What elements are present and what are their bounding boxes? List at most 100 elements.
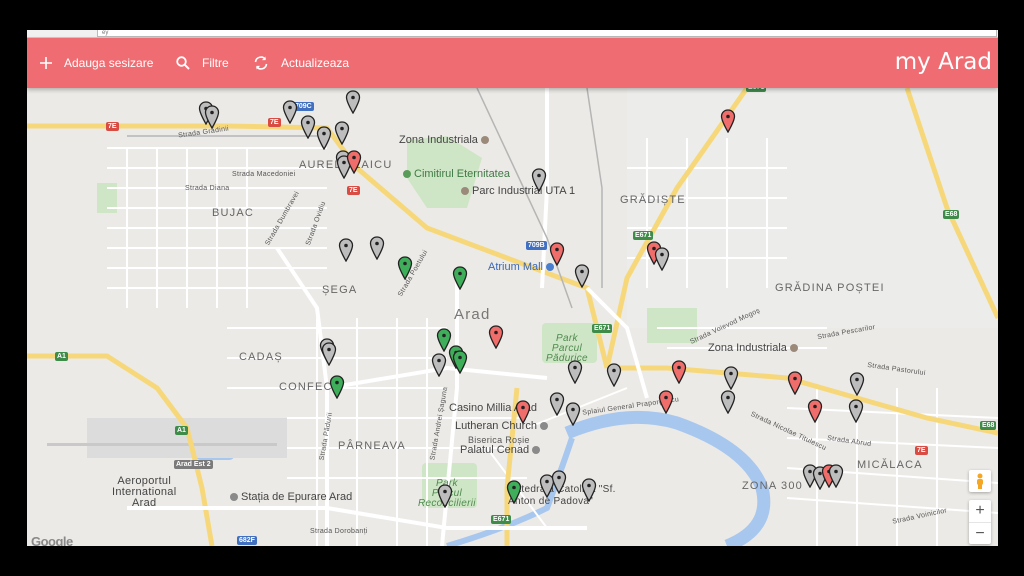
landmark-icon: [532, 446, 541, 454]
gray-report-marker[interactable]: [551, 470, 567, 494]
add-report-label: Adauga sesizare: [64, 56, 154, 70]
gray-report-marker[interactable]: [606, 363, 622, 387]
red-report-marker[interactable]: [549, 242, 565, 266]
poi-label: Palatul Cenad: [460, 444, 530, 456]
gray-report-marker[interactable]: [431, 353, 447, 377]
zoom-out-button[interactable]: −: [969, 522, 991, 544]
gray-report-marker[interactable]: [334, 121, 350, 145]
red-report-marker[interactable]: [658, 390, 674, 414]
add-report-button[interactable]: Adauga sesizare: [40, 38, 153, 88]
red-report-marker[interactable]: [787, 371, 803, 395]
road-shield: 7E: [347, 186, 360, 195]
red-report-marker[interactable]: [515, 400, 531, 424]
cemetery-icon: [403, 170, 411, 178]
app-toolbar: Adauga sesizare Filtre Actualizeaza my A…: [27, 38, 998, 88]
industry-icon: [461, 187, 469, 195]
gray-report-marker[interactable]: [574, 264, 590, 288]
road-shield: A1: [55, 352, 68, 361]
gray-report-marker[interactable]: [654, 247, 670, 271]
poi-label: Cimitirul Eternitatea: [414, 168, 510, 180]
gray-report-marker[interactable]: [321, 342, 337, 366]
red-report-marker[interactable]: [671, 360, 687, 384]
poi-label: Zona Industriala: [399, 134, 478, 146]
gray-report-marker[interactable]: [531, 168, 547, 192]
area-label-gradina-postei: GRĂDINA POȘTEI: [775, 282, 885, 294]
catedrala-line2: Anton de Padova": [508, 496, 594, 507]
red-report-marker[interactable]: [488, 325, 504, 349]
gray-report-marker[interactable]: [282, 100, 298, 124]
green-report-marker[interactable]: [329, 375, 345, 399]
gray-report-marker[interactable]: [723, 366, 739, 390]
street-label: Strada Macedoniei: [232, 171, 296, 178]
gray-report-marker[interactable]: [848, 399, 864, 423]
green-report-marker[interactable]: [506, 480, 522, 504]
road-shield: A1: [175, 426, 188, 435]
gray-report-marker[interactable]: [316, 126, 332, 150]
red-report-marker[interactable]: [346, 150, 362, 174]
area-label-parneava: PÂRNEAVA: [338, 440, 406, 452]
road-shield: E68: [980, 421, 997, 430]
church-icon: [539, 422, 548, 430]
poi-atrium-mall[interactable]: Atrium Mall: [488, 261, 557, 273]
poi-zona-industriala-north[interactable]: Zona Industriala: [399, 134, 492, 146]
road-shield: E68: [943, 210, 960, 219]
industry-icon: [789, 344, 798, 352]
facility-icon: [230, 493, 238, 501]
road-shield: 682F: [237, 536, 257, 545]
green-report-marker[interactable]: [397, 256, 413, 280]
gray-report-marker[interactable]: [567, 360, 583, 384]
street-view-pegman[interactable]: [969, 470, 991, 492]
area-label-arad: Arad: [454, 306, 491, 323]
poi-parc-industrial[interactable]: Parc Industrial UTA 1: [458, 185, 575, 197]
brand-title: my Arad: [894, 49, 992, 75]
poi-cimitir[interactable]: Cimitirul Eternitatea: [400, 168, 510, 180]
gray-report-marker[interactable]: [437, 484, 453, 508]
area-label-gradiste: GRĂDIȘTE: [620, 194, 686, 206]
aeroport-line3: Arad: [132, 497, 157, 509]
gray-report-marker[interactable]: [345, 90, 361, 114]
poi-palatul-cenad[interactable]: Palatul Cenad: [460, 444, 543, 456]
gray-report-marker[interactable]: [828, 464, 844, 488]
industry-icon: [480, 136, 489, 144]
gray-report-marker[interactable]: [565, 402, 581, 426]
road-shield: Arad Est 2: [174, 460, 213, 469]
road-shield: 709B: [526, 241, 547, 250]
poi-lutheran-church[interactable]: Lutheran Church: [455, 420, 551, 432]
poi-label: Parc Industrial UTA 1: [472, 185, 576, 197]
area-label-micalaca: MICĂLACA: [857, 459, 923, 471]
area-label-zona-300: ZONA 300: [742, 480, 803, 492]
gray-report-marker[interactable]: [581, 478, 597, 502]
browser-viewport: ey Adauga sesizare Filtre Actualizeaza m…: [27, 30, 998, 546]
address-field[interactable]: ey: [97, 30, 997, 37]
gray-report-marker[interactable]: [300, 115, 316, 139]
plus-icon: [40, 57, 52, 69]
poi-label: Atrium Mall: [488, 261, 544, 273]
gray-report-marker[interactable]: [849, 372, 865, 396]
poi-zona-industriala-east[interactable]: Zona Industriala: [708, 342, 801, 354]
zoom-in-button[interactable]: +: [969, 500, 991, 522]
gray-report-marker[interactable]: [369, 236, 385, 260]
road-shield: E671: [633, 231, 654, 240]
map-canvas[interactable]: AUREL VLAICU BUJAC ȘEGA GRĂDIȘTE GRĂDINA…: [27, 83, 998, 546]
street-label: Strada Diana: [185, 185, 230, 192]
search-icon: [176, 56, 190, 70]
gray-report-marker[interactable]: [204, 105, 220, 129]
poi-statie-epurare[interactable]: Stația de Epurare Arad: [227, 491, 352, 503]
red-report-marker[interactable]: [720, 109, 736, 133]
gray-report-marker[interactable]: [549, 392, 565, 416]
green-report-marker[interactable]: [452, 350, 468, 374]
red-report-marker[interactable]: [807, 399, 823, 423]
google-logo: Google: [31, 534, 73, 546]
area-label-bujac: BUJAC: [212, 207, 255, 219]
road-shield: 7E: [915, 446, 928, 455]
refresh-button[interactable]: Actualizeaza: [253, 38, 349, 88]
green-report-marker[interactable]: [452, 266, 468, 290]
gray-report-marker[interactable]: [720, 390, 736, 414]
filter-button[interactable]: Filtre: [176, 38, 229, 88]
pegman-icon: [977, 473, 983, 489]
zoom-controls: + −: [969, 500, 991, 544]
gray-report-marker[interactable]: [338, 238, 354, 262]
area-label-cadas: CADAȘ: [239, 351, 283, 363]
road-shield: E671: [592, 324, 613, 333]
filter-label: Filtre: [202, 56, 229, 70]
